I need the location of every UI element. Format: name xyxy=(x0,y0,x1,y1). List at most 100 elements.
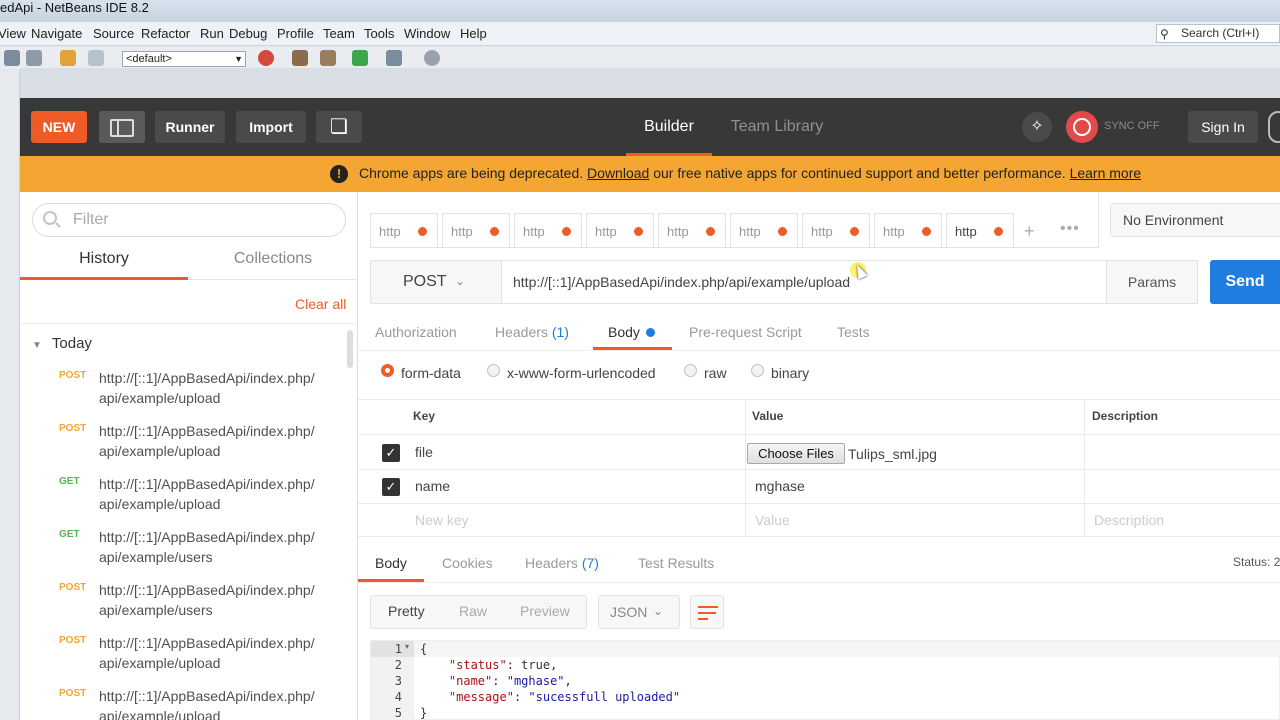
row-value[interactable]: mghase xyxy=(755,478,805,494)
tab-builder[interactable]: Builder xyxy=(626,98,712,156)
menu-debug[interactable]: Debug xyxy=(229,26,267,41)
request-tab[interactable]: http xyxy=(586,213,654,248)
history-group-today[interactable]: ▼ Today xyxy=(32,335,92,352)
method-select[interactable]: POST ⌄ xyxy=(370,260,502,304)
run-icon[interactable] xyxy=(352,50,368,66)
choose-files-button[interactable]: Choose Files xyxy=(747,443,845,464)
menu-team[interactable]: Team xyxy=(323,26,355,41)
request-tab[interactable]: http xyxy=(658,213,726,248)
request-tab[interactable]: http xyxy=(802,213,870,248)
menu-window[interactable]: Window xyxy=(404,26,450,41)
menu-run[interactable]: Run xyxy=(200,26,224,41)
request-tab[interactable]: http xyxy=(730,213,798,248)
build-icon[interactable] xyxy=(292,50,308,66)
request-tab[interactable]: http xyxy=(442,213,510,248)
params-button[interactable]: Params xyxy=(1106,260,1198,304)
more-tabs-icon[interactable]: ••• xyxy=(1060,220,1080,238)
radio-urlencoded-label[interactable]: x-www-form-urlencoded xyxy=(507,365,656,381)
response-tab-test-results[interactable]: Test Results xyxy=(638,555,714,571)
add-tab-button[interactable]: + xyxy=(1024,221,1035,242)
history-item[interactable]: GET http://[::1]/AppBasedApi/index.php/ap… xyxy=(20,476,350,529)
history-item[interactable]: POST http://[::1]/AppBasedApi/index.php/a… xyxy=(20,423,350,476)
tab-body[interactable]: Body xyxy=(608,324,640,340)
debug-icon[interactable] xyxy=(386,50,402,66)
import-button[interactable]: Import xyxy=(236,111,306,143)
new-button[interactable]: NEW xyxy=(31,111,87,143)
runner-button[interactable]: Runner xyxy=(155,111,225,143)
tab-authorization[interactable]: Authorization xyxy=(375,324,457,340)
menu-tools[interactable]: Tools xyxy=(364,26,394,41)
send-button[interactable]: Send xyxy=(1210,260,1280,304)
row-checkbox[interactable]: ✓ xyxy=(382,478,400,496)
response-status: Status: 2 xyxy=(1233,555,1280,569)
request-tab[interactable]: http xyxy=(370,213,438,248)
history-item[interactable]: GET http://[::1]/AppBasedApi/index.php/ap… xyxy=(20,529,350,582)
menu-view[interactable]: View xyxy=(0,26,26,41)
menu-source[interactable]: Source xyxy=(93,26,134,41)
radio-raw-label[interactable]: raw xyxy=(704,365,727,381)
radio-urlencoded[interactable] xyxy=(487,364,500,377)
menu-navigate[interactable]: Navigate xyxy=(31,26,82,41)
format-select[interactable]: JSON ⌄ xyxy=(598,595,680,629)
new-description-input[interactable]: Description xyxy=(1094,512,1164,528)
save-icon[interactable] xyxy=(26,50,42,66)
tab-tests[interactable]: Tests xyxy=(837,324,870,340)
menu-help[interactable]: Help xyxy=(460,26,487,41)
radio-binary[interactable] xyxy=(751,364,764,377)
url-input[interactable]: http://[::1]/AppBasedApi/index.php/api/e… xyxy=(513,274,868,290)
configuration-select[interactable]: <default> ▼ xyxy=(122,51,246,67)
view-preview-button[interactable]: Preview xyxy=(520,603,570,619)
history-item[interactable]: POST http://[::1]/AppBasedApi/index.php/a… xyxy=(20,635,350,688)
toggle-sidebar-button[interactable] xyxy=(99,111,145,143)
request-tab[interactable]: http xyxy=(874,213,942,248)
clean-build-icon[interactable] xyxy=(320,50,336,66)
wrap-lines-button[interactable] xyxy=(690,595,724,629)
tab-history[interactable]: History xyxy=(20,244,188,280)
tab-headers[interactable]: Headers (1) xyxy=(495,324,569,340)
browser-icon[interactable] xyxy=(258,50,274,66)
tab-prerequest-script[interactable]: Pre-request Script xyxy=(689,324,802,340)
fold-caret-icon[interactable]: ▾ xyxy=(405,642,409,651)
new-window-button[interactable]: ❏ xyxy=(316,111,362,143)
tab-team-library[interactable]: Team Library xyxy=(722,98,832,156)
sign-in-button[interactable]: Sign In xyxy=(1188,111,1258,143)
table-border xyxy=(1084,399,1085,537)
filter-input[interactable] xyxy=(73,210,333,230)
radio-binary-label[interactable]: binary xyxy=(771,365,809,381)
history-item[interactable]: POST http://[::1]/AppBasedApi/index.php/a… xyxy=(20,688,350,720)
view-pretty-button[interactable]: Pretty xyxy=(388,603,425,619)
sidebar-scrollbar[interactable] xyxy=(347,330,353,368)
undo-icon[interactable] xyxy=(60,50,76,66)
row-key[interactable]: file xyxy=(415,444,433,460)
request-tab-active[interactable]: http xyxy=(946,213,1014,248)
new-key-input[interactable]: New key xyxy=(415,512,469,528)
profile-icon[interactable] xyxy=(424,50,440,66)
netbeans-search-input[interactable]: ⚲ Search (Ctrl+I) xyxy=(1156,24,1280,43)
download-link[interactable]: Download xyxy=(587,165,649,181)
menu-profile[interactable]: Profile xyxy=(277,26,314,41)
menu-refactor[interactable]: Refactor xyxy=(141,26,190,41)
request-tab[interactable]: http xyxy=(514,213,582,248)
sync-icon[interactable] xyxy=(1066,111,1098,143)
row-key[interactable]: name xyxy=(415,478,450,494)
response-tab-headers[interactable]: Headers (7) xyxy=(525,555,599,571)
row-checkbox[interactable]: ✓ xyxy=(382,444,400,462)
clear-all-link[interactable]: Clear all xyxy=(295,296,346,312)
settings-icon[interactable] xyxy=(1268,111,1280,143)
view-raw-button[interactable]: Raw xyxy=(459,603,487,619)
environment-select[interactable]: No Environment xyxy=(1110,203,1280,237)
tab-collections[interactable]: Collections xyxy=(188,244,358,280)
radio-raw[interactable] xyxy=(684,364,697,377)
new-value-input[interactable]: Value xyxy=(755,512,790,528)
history-item[interactable]: POST http://[::1]/AppBasedApi/index.php/a… xyxy=(20,370,350,423)
learn-more-link[interactable]: Learn more xyxy=(1070,165,1142,181)
radio-form-data[interactable] xyxy=(381,364,394,377)
history-item[interactable]: POST http://[::1]/AppBasedApi/index.php/a… xyxy=(20,582,350,635)
redo-icon[interactable] xyxy=(88,50,104,66)
save-all-icon[interactable] xyxy=(4,50,20,66)
response-tab-body[interactable]: Body xyxy=(375,555,407,571)
response-tab-cookies[interactable]: Cookies xyxy=(442,555,493,571)
filter-field[interactable] xyxy=(32,203,346,237)
interceptor-button[interactable]: ✧ xyxy=(1022,112,1052,142)
radio-form-data-label[interactable]: form-data xyxy=(401,365,461,381)
